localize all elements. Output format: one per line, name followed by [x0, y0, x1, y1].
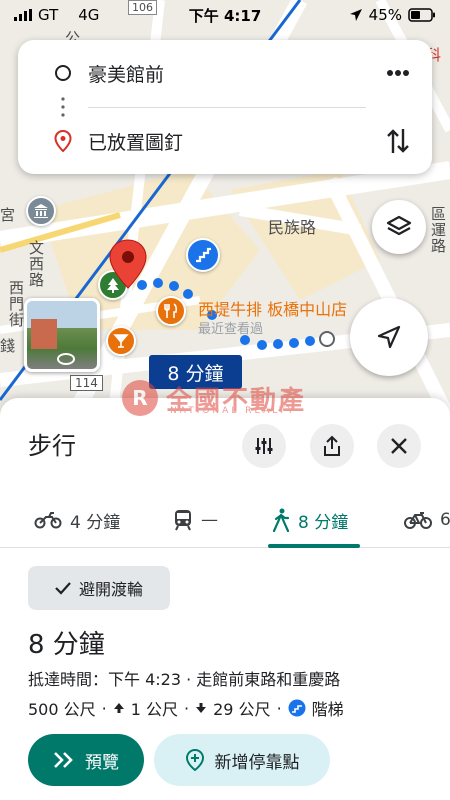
travel-mode-tabs: 4 分鐘 — 8 分鐘 6	[0, 492, 450, 548]
carrier-label: GT	[38, 6, 59, 24]
origin-field[interactable]: 豪美館前	[88, 60, 164, 87]
close-icon	[391, 438, 407, 454]
bike-icon	[404, 512, 432, 529]
clock: 下午 4:17	[188, 6, 262, 25]
directions-sheet: 步行 4 分鐘 — 8 分鐘 6 避開渡輪 8 分鐘 抵達時間：下午 4:23 …	[0, 398, 450, 800]
status-bar: GT 4G 下午 4:17 45%	[0, 0, 450, 30]
preview-button[interactable]: 預覽	[28, 734, 144, 786]
destination-field[interactable]: 已放置圖釘	[88, 128, 183, 155]
destination-pin-icon[interactable]	[108, 238, 148, 294]
route-options-button[interactable]	[242, 424, 286, 468]
motorcycle-icon	[34, 512, 62, 529]
bar-poi-icon[interactable]	[106, 326, 136, 356]
map-place-label: 宮	[0, 206, 16, 224]
navigation-arrow-icon	[377, 325, 401, 349]
museum-poi-icon[interactable]	[26, 196, 56, 226]
arrow-up-icon	[113, 703, 124, 713]
sheet-title: 步行	[28, 432, 76, 460]
my-location-button[interactable]	[350, 298, 428, 376]
stairs-label: 階梯	[311, 700, 344, 719]
walk-icon	[272, 508, 290, 532]
route-card-divider	[88, 107, 366, 108]
map-road-label: 文西路	[27, 240, 45, 288]
meta-separator: ·	[276, 698, 282, 718]
share-icon	[324, 435, 340, 456]
route-dots-icon	[61, 97, 65, 117]
location-arrow-icon	[349, 9, 362, 21]
close-button[interactable]	[377, 424, 421, 468]
road-shield: 114	[70, 375, 103, 391]
share-button[interactable]	[310, 424, 354, 468]
map-road-label: 民族路	[268, 218, 317, 237]
map-road-label: 錢	[0, 337, 16, 355]
route-distance: 500 公尺	[28, 700, 96, 719]
double-chevron-icon	[54, 752, 73, 768]
swap-direction-icon[interactable]	[386, 127, 410, 155]
tab-walking-label: 8 分鐘	[298, 512, 349, 533]
destination-marker-icon	[54, 130, 72, 152]
street-view-360-icon	[57, 353, 75, 365]
avoid-ferries-label: 避開渡輪	[78, 580, 143, 599]
arrival-info: 抵達時間：下午 4:23 · 走館前東路和重慶路	[28, 670, 341, 689]
route-duration-label[interactable]: 8 分鐘	[149, 355, 242, 389]
signal-icon	[14, 9, 32, 21]
tab-bicycle-label: 6	[440, 510, 450, 530]
elevation-up: 1 公尺	[130, 700, 179, 719]
add-location-icon	[185, 749, 204, 771]
layers-icon	[386, 215, 412, 236]
arrow-down-icon	[196, 703, 207, 713]
transit-icon	[175, 510, 191, 531]
layers-button[interactable]	[372, 200, 426, 254]
tab-transit-label: —	[201, 510, 218, 530]
tune-icon	[255, 438, 273, 454]
add-stop-button[interactable]: 新增停靠點	[154, 734, 330, 786]
map-road-label: 區運路	[429, 206, 447, 254]
tab-bicycle[interactable]: 6	[404, 492, 450, 548]
poi-name[interactable]: 西堤牛排 板橋中山店	[198, 296, 347, 320]
tab-motorcycle[interactable]: 4 分鐘	[34, 492, 120, 548]
street-view-thumbnail[interactable]	[24, 298, 100, 372]
battery-percent: 45%	[368, 6, 402, 24]
tab-motorcycle-label: 4 分鐘	[70, 512, 121, 533]
avoid-ferries-chip[interactable]: 避開渡輪	[28, 566, 170, 610]
restaurant-poi-icon[interactable]	[156, 296, 186, 326]
battery-icon	[408, 8, 435, 22]
tab-walking[interactable]: 8 分鐘	[272, 492, 348, 548]
preview-label: 預覽	[85, 752, 119, 773]
route-card: 豪美館前 已放置圖釘	[18, 40, 432, 174]
route-meta: 500 公尺 · 1 公尺 · 29 公尺 · 階梯	[28, 696, 344, 720]
tab-transit[interactable]: —	[173, 492, 218, 548]
meta-separator: ·	[184, 698, 190, 718]
origin-circle-icon	[55, 65, 71, 81]
stairs-icon[interactable]	[186, 238, 220, 272]
route-duration: 8 分鐘	[28, 630, 105, 660]
poi-subtitle: 最近查看過	[198, 322, 264, 337]
meta-separator: ·	[101, 698, 107, 718]
street-view-building	[31, 319, 57, 349]
network-label: 4G	[78, 6, 100, 24]
add-stop-label: 新增停靠點	[214, 752, 300, 773]
active-tab-indicator	[268, 544, 360, 548]
elevation-down: 29 公尺	[213, 700, 271, 719]
more-options-icon[interactable]	[386, 69, 410, 77]
stairs-badge-icon	[288, 699, 306, 717]
check-icon	[55, 582, 71, 595]
